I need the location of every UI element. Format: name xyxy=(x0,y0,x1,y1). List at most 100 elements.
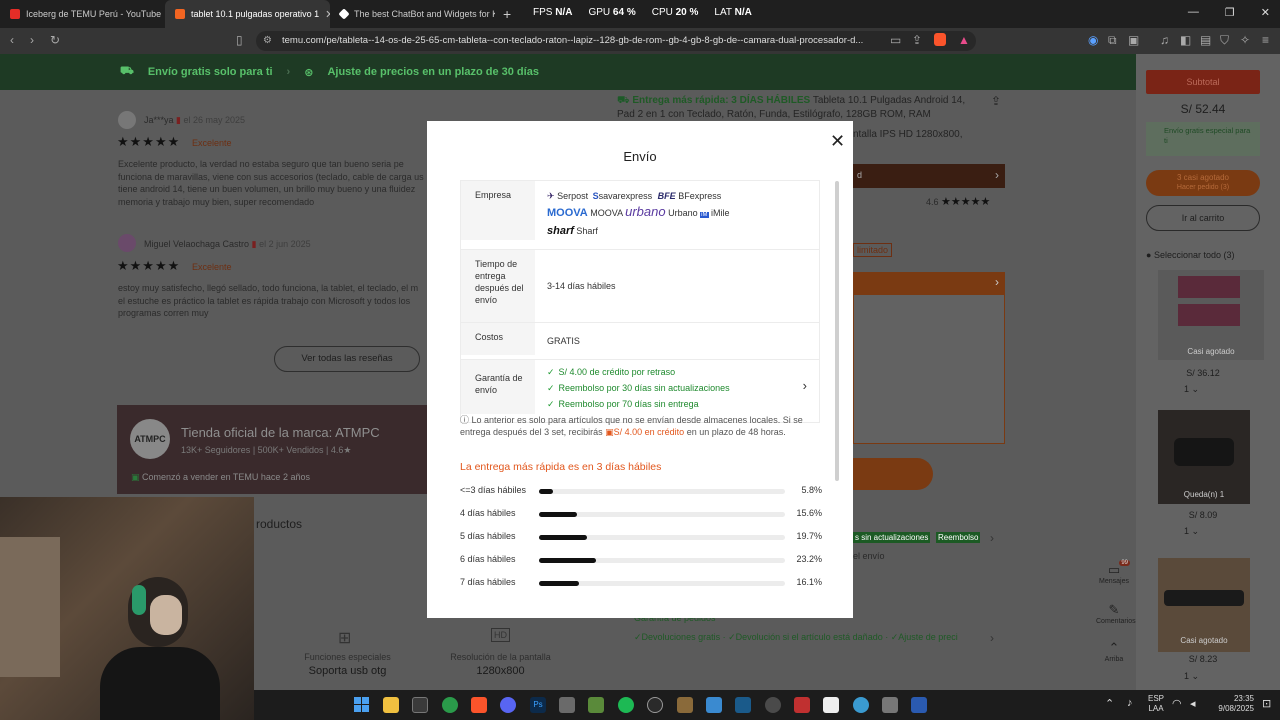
qty-select[interactable]: 1 ⌄ xyxy=(1184,384,1199,395)
clock[interactable]: 23:35 9/08/2025 xyxy=(1212,694,1254,714)
url-field[interactable]: temu.com/pe/tableta--14-os-de-25-65-cm-t… xyxy=(256,31,976,51)
distribution-track xyxy=(539,489,785,494)
notes-icon[interactable] xyxy=(706,697,722,713)
carrier-name: MOOVA xyxy=(590,208,623,218)
qty-select[interactable]: 1 ⌄ xyxy=(1184,526,1199,537)
modal-scrollbar[interactable] xyxy=(835,181,839,481)
obs-icon[interactable] xyxy=(647,697,663,713)
brave-shield-icon[interactable] xyxy=(934,33,946,46)
language-indicator[interactable]: ESP LAA xyxy=(1148,694,1164,714)
mic-icon[interactable]: ♪ xyxy=(1127,697,1133,709)
add-to-cart-button[interactable] xyxy=(853,458,933,490)
store-card[interactable]: ATMPC Tienda oficial de la marca: ATMPC … xyxy=(117,405,427,494)
go-to-cart-button[interactable]: Ir al carrito xyxy=(1146,205,1260,231)
distribution-label: 6 días hábiles xyxy=(460,554,516,564)
app-icon[interactable] xyxy=(794,697,810,713)
site-settings-icon[interactable]: ⚙ xyxy=(263,35,272,46)
envio-text: el envío xyxy=(853,551,885,561)
tab-temu[interactable]: tablet 10.1 pulgadas operativo 1 ✕ xyxy=(165,0,330,28)
tab-youtube[interactable]: Iceberg de TEMU Perú - YouTube xyxy=(0,0,165,28)
distribution-bar xyxy=(539,581,579,586)
rating-label: Excelente xyxy=(192,138,232,148)
back-to-top-button[interactable]: ⌃ Arriba xyxy=(1096,640,1132,663)
comments-button[interactable]: ✎ Comentarios xyxy=(1096,602,1136,625)
maximize-icon[interactable]: ❐ xyxy=(1225,6,1235,19)
word-icon[interactable] xyxy=(911,697,927,713)
sidebar-icon[interactable]: ◧ xyxy=(1180,33,1191,47)
notifications-icon[interactable]: ⊡ xyxy=(1262,697,1271,710)
tab-title: The best ChatBot and Widgets for Ki xyxy=(354,9,495,19)
select-all-checkbox[interactable]: ● Seleccionar todo (3) xyxy=(1146,250,1235,260)
brave-rewards-icon[interactable]: ▲ xyxy=(958,33,970,47)
minecraft-icon[interactable] xyxy=(588,697,604,713)
windows-start-icon[interactable] xyxy=(354,697,369,712)
youtube-icon xyxy=(10,9,20,19)
spotify-icon[interactable] xyxy=(618,697,634,713)
steam-icon[interactable] xyxy=(765,697,781,713)
chevron-up-icon[interactable]: ⌃ xyxy=(1105,697,1114,710)
close-window-icon[interactable]: ✕ xyxy=(1261,6,1270,19)
carrier-list: ✈ Serpost Ssavarexpress BFE BFexpress MO… xyxy=(535,181,819,249)
screenshot-icon[interactable]: ▣ xyxy=(1128,33,1139,47)
discord-icon[interactable] xyxy=(500,697,516,713)
brave-icon[interactable] xyxy=(471,697,487,713)
review-text: Excelente producto, la verdad no estaba … xyxy=(118,159,424,207)
wallet-icon[interactable]: ▤ xyxy=(1200,33,1211,47)
distribution-row: 5 días hábiles 19.7% xyxy=(460,530,822,544)
share-icon[interactable]: ⇪ xyxy=(912,33,922,47)
chevron-up-icon: ⌃ xyxy=(1108,640,1120,655)
row-garantia[interactable]: Garantía de envío ✓ S/ 4.00 de crédito po… xyxy=(461,360,819,422)
photoshop-icon[interactable]: Ps xyxy=(530,697,546,713)
reload-icon[interactable]: ↻ xyxy=(50,33,60,47)
qty-select[interactable]: 1 ⌄ xyxy=(1184,671,1199,682)
leo-icon[interactable]: ✧ xyxy=(1240,33,1250,47)
forward-icon[interactable]: › xyxy=(30,33,34,47)
app-icon[interactable] xyxy=(677,697,693,713)
app-icon[interactable] xyxy=(882,697,898,713)
cart-item-image[interactable]: Casi agotado xyxy=(1158,270,1264,360)
bookmark-icon[interactable]: ▯ xyxy=(236,33,243,47)
wifi-icon[interactable]: ◠ xyxy=(1172,697,1182,710)
body-shape xyxy=(100,647,220,720)
distribution-bar xyxy=(539,512,577,517)
cart-item-image[interactable]: Casi agotado xyxy=(1158,558,1250,652)
item-price: S/ 8.23 xyxy=(1188,654,1218,664)
rating-label: Excelente xyxy=(192,262,232,272)
avatar xyxy=(118,111,136,129)
tab-chatbot[interactable]: The best ChatBot and Widgets for Ki xyxy=(330,0,495,28)
store-icon[interactable] xyxy=(412,697,428,713)
checkout-button[interactable]: 3 casi agotado Hacer pedido (3) xyxy=(1146,170,1260,196)
sharf-logo: sharf xyxy=(547,225,574,237)
spec-value: 1280x800 xyxy=(476,665,525,677)
menu-icon[interactable]: ≡ xyxy=(1262,33,1269,47)
minimize-icon[interactable]: — xyxy=(1188,6,1199,19)
comment-icon: ✎ xyxy=(1108,602,1120,617)
audio-icon[interactable]: ◉ xyxy=(1088,33,1098,47)
promo-banner: ⛟ Envío gratis solo para ti › ⊛ Ajuste d… xyxy=(0,54,1136,90)
distribution-pct: 15.6% xyxy=(796,508,822,518)
row-label: Garantía de envío xyxy=(461,360,535,414)
browser-icon[interactable] xyxy=(853,697,869,713)
cart-panel: Subtotal S/ 52.44 Envío gratis especial … xyxy=(1136,54,1280,690)
free-shipping-text: Envío gratis solo para ti xyxy=(147,66,273,78)
chrome-icon[interactable] xyxy=(442,697,458,713)
app-icon[interactable] xyxy=(823,697,839,713)
vscode-icon[interactable] xyxy=(735,697,751,713)
file-explorer-icon[interactable] xyxy=(383,697,399,713)
extensions-icon[interactable]: ⧉ xyxy=(1108,33,1117,48)
new-tab-icon[interactable]: + xyxy=(495,6,519,22)
carrier-name: Sharf xyxy=(576,226,598,236)
messages-button[interactable]: ▭ Mensajes 99 xyxy=(1096,560,1132,585)
music-icon[interactable]: ♫ xyxy=(1160,33,1169,47)
chevron-right-icon: › xyxy=(286,66,291,78)
vpn-icon[interactable]: ⛉ xyxy=(1220,33,1229,48)
cast-icon[interactable]: ▭ xyxy=(890,33,901,47)
cart-item-image[interactable]: Queda(n) 1 xyxy=(1158,410,1250,504)
carrier-name: savarexpress xyxy=(598,191,653,201)
volume-icon[interactable]: ◂ xyxy=(1190,697,1196,710)
back-icon[interactable]: ‹ xyxy=(10,33,14,47)
share-icon[interactable]: ⇪ xyxy=(991,94,1001,108)
chevron-right-icon[interactable]: › xyxy=(803,378,807,394)
app-icon[interactable] xyxy=(559,697,575,713)
see-all-reviews-button[interactable]: Ver todas las reseñas xyxy=(274,346,420,372)
